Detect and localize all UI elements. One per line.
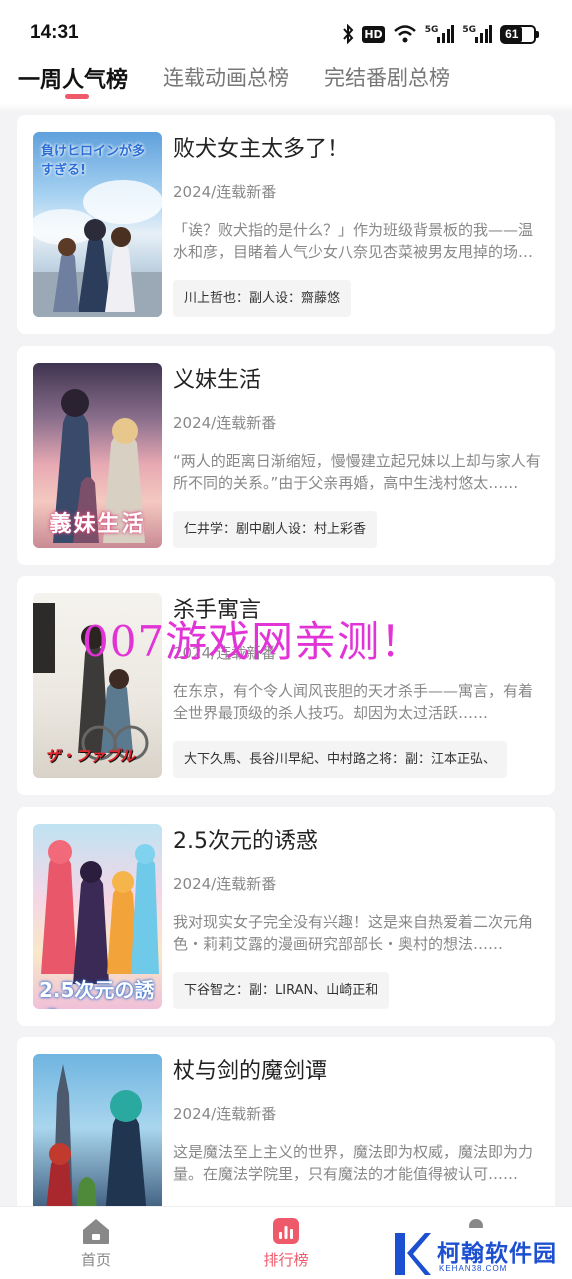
anime-staff: 仁井学：剧中剧人设：村上彩香 [173, 511, 378, 548]
status-bar: 14:31 HD 5G 5G 61 [0, 0, 572, 60]
anime-title: 2.5次元的诱惑 [173, 829, 318, 854]
cover-image: 負けヒロインが多すぎる! [33, 132, 162, 317]
cover-image: ザ・ファブル [33, 593, 162, 778]
anime-meta: 2024/连载新番 [173, 183, 277, 201]
status-icons: HD 5G 5G 61 [342, 22, 539, 46]
tab-indicator [65, 94, 89, 99]
anime-title: 杖与剑的魔剑谭 [173, 1059, 328, 1084]
anime-description: 这是魔法至上主义的世界，魔法即为权威，魔法即为力量。在魔法学院里，只有魔法的才能… [173, 1143, 534, 1183]
anime-description: “两人的距离日渐缩短，慢慢建立起兄妹以上却与家人有所不同的关系。”由于父亲再婚，… [173, 452, 541, 492]
cover-image: 2.5次元の誘惑 [33, 824, 162, 1009]
site-logo: 柯翰软件园 KEHAN38.COM [373, 1228, 572, 1279]
nav-home[interactable]: 首页 [56, 1217, 136, 1270]
anime-card[interactable]: 2.5次元の誘惑 2.5次元的诱惑 2024/连载新番 我对现实女子完全没有兴趣… [17, 807, 555, 1026]
cover-logo: ザ・ファブル [45, 747, 136, 765]
anime-staff: 下谷智之：副：LIRAN、山崎正和 [173, 972, 390, 1009]
anime-description: 在东京，有个令人闻风丧胆的天才杀手——寓言，有着全世界最顶级的杀人技巧。却因为太… [173, 682, 534, 722]
nav-ranking-label: 排行榜 [263, 1251, 309, 1269]
cover-logo: 負けヒロインが多すぎる! [41, 144, 146, 178]
status-time: 14:31 [30, 22, 79, 43]
signal-icon: 5G [462, 25, 492, 43]
anime-meta: 2024/连载新番 [173, 875, 277, 893]
ranking-tabs: 一周人气榜 连载动画总榜 完结番剧总榜 [0, 60, 572, 104]
anime-card[interactable]: 義妹生活 义妹生活 2024/连载新番 “两人的距离日渐缩短，慢慢建立起兄妹以上… [17, 346, 555, 565]
nav-ranking[interactable]: 排行榜 [246, 1217, 326, 1270]
anime-title: 义妹生活 [173, 368, 262, 393]
anime-card[interactable]: 杖与剑的魔剑谭 2024/连载新番 这是魔法至上主义的世界，魔法即为权威，魔法即… [17, 1037, 555, 1206]
cover-logo: 義妹生活 [49, 512, 146, 537]
site-logo-text: 柯翰软件园 [437, 1241, 557, 1267]
tab-weekly-popular[interactable]: 一周人气榜 [18, 62, 128, 94]
anime-description: 「诶？败犬指的是什么？」作为班级背景板的我——温水和彦，目睹着人气少女八奈见杏菜… [173, 221, 534, 261]
anime-title: 败犬女主太多了！ [173, 137, 350, 162]
anime-staff: 大下久馬、長谷川早紀、中村路之将：副：江本正弘、 [173, 741, 508, 778]
hd-icon: HD [362, 25, 385, 43]
tab-finished-anime[interactable]: 完结番剧总榜 [324, 62, 450, 92]
anime-meta: 2024/连载新番 [173, 644, 277, 662]
anime-meta: 2024/连载新番 [173, 1105, 277, 1123]
bluetooth-icon [342, 24, 354, 44]
cover-image: 義妹生活 [33, 363, 162, 548]
tab-ongoing-anime[interactable]: 连载动画总榜 [163, 62, 289, 92]
anime-description: 我对现实女子完全没有兴趣！这是来自热爱着二次元角色・莉莉艾露的漫画研究部部长・奥… [173, 913, 534, 953]
site-logo-url: KEHAN38.COM [439, 1264, 508, 1273]
anime-meta: 2024/连载新番 [173, 414, 277, 432]
signal-icon: 5G [425, 25, 455, 43]
cover-logo: 2.5次元の誘惑 [39, 978, 155, 1009]
ranking-list[interactable]: 負けヒロインが多すぎる! 败犬女主太多了！ 2024/连载新番 「诶？败犬指的是… [0, 112, 572, 1206]
ranking-icon [273, 1218, 299, 1244]
battery-level: 61 [502, 26, 522, 42]
battery-icon: 61 [500, 24, 539, 44]
anime-staff: 川上哲也：副人设：齋藤悠 [173, 280, 352, 317]
anime-card[interactable]: ザ・ファブル 杀手寓言 2024/连载新番 在东京，有个令人闻风丧胆的天才杀手—… [17, 576, 555, 795]
site-logo-icon [395, 1233, 431, 1275]
cover-image [33, 1054, 162, 1206]
anime-card[interactable]: 負けヒロインが多すぎる! 败犬女主太多了！ 2024/连载新番 「诶？败犬指的是… [17, 115, 555, 334]
home-icon [83, 1219, 109, 1244]
anime-title: 杀手寓言 [173, 598, 262, 623]
wifi-icon [393, 24, 417, 44]
nav-home-label: 首页 [80, 1251, 111, 1269]
